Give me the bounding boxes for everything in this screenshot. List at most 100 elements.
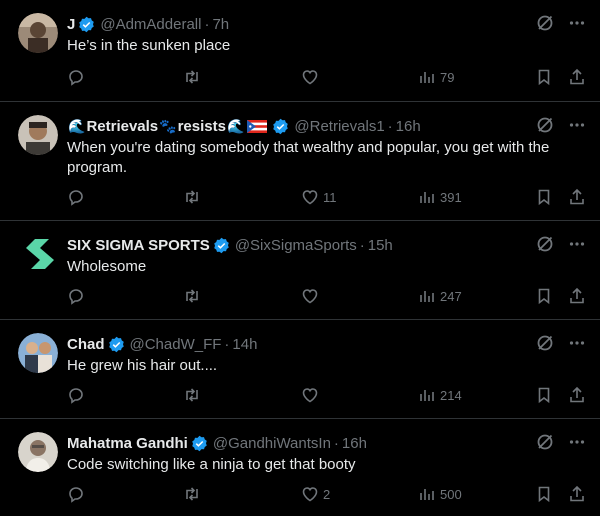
like-icon [302, 487, 318, 502]
share-button[interactable] [568, 68, 586, 86]
like-button[interactable] [301, 386, 323, 404]
user-handle[interactable]: @AdmAdderall [100, 16, 201, 33]
verified-badge-icon [108, 336, 124, 352]
reply-button[interactable] [67, 287, 89, 305]
more-icon[interactable] [568, 14, 586, 32]
like-button[interactable]: 11 [301, 188, 337, 206]
like-button[interactable]: 2 [301, 485, 330, 503]
avatar[interactable] [18, 432, 58, 472]
user-handle[interactable]: @GandhiWantsIn [213, 435, 331, 452]
more-icon[interactable] [568, 433, 586, 451]
display-name[interactable]: Chad [67, 336, 105, 353]
views-count: 391 [440, 189, 462, 205]
retweet-button[interactable] [183, 485, 205, 503]
bookmark-button[interactable] [535, 287, 553, 305]
avatar-image [18, 432, 58, 472]
tweet-top-icons [536, 433, 586, 451]
bookmark-button[interactable] [535, 68, 553, 86]
share-icon [570, 386, 584, 403]
share-icon [570, 188, 584, 205]
separator: · [387, 117, 393, 135]
retweet-icon [186, 487, 198, 501]
display-name-part[interactable]: resists [178, 118, 226, 135]
reply-button[interactable] [67, 68, 89, 86]
bookmark-button[interactable] [535, 485, 553, 503]
bookmark-icon [538, 288, 550, 305]
tweet[interactable]: J @AdmAdderall · 7h He’s in the sunken p… [0, 0, 600, 102]
user-handle[interactable]: @SixSigmaSports [235, 237, 357, 254]
views-count: 79 [440, 69, 455, 85]
grok-icon[interactable] [536, 116, 554, 134]
reply-button[interactable] [67, 386, 89, 404]
separator: · [333, 434, 339, 452]
avatar-image [18, 115, 58, 155]
views-icon [420, 72, 434, 83]
reply-icon [69, 289, 83, 305]
bookmark-icon [538, 189, 550, 206]
timestamp[interactable]: 7h [212, 16, 229, 33]
tweet-actions: 79 [67, 68, 586, 90]
bookmark-button[interactable] [535, 188, 553, 206]
views-button[interactable]: 79 [418, 68, 454, 86]
retweet-button[interactable] [183, 68, 205, 86]
more-icon[interactable] [568, 334, 586, 352]
share-button[interactable] [568, 287, 586, 305]
retweet-button[interactable] [183, 287, 205, 305]
user-handle[interactable]: @Retrievals1 [294, 118, 384, 135]
share-button[interactable] [568, 188, 586, 206]
timestamp[interactable]: 15h [368, 237, 393, 254]
share-icon [570, 68, 584, 85]
share-icon [570, 485, 584, 502]
tweet-actions: 214 [67, 386, 586, 408]
avatar[interactable] [18, 333, 58, 373]
tweet[interactable]: 🌊 Retrievals 🐾 resists 🌊 @Retrievals1 · … [0, 102, 600, 221]
tweet-actions: 2 500 [67, 485, 586, 507]
like-button[interactable] [301, 287, 323, 305]
timestamp[interactable]: 14h [232, 336, 257, 353]
separator: · [359, 236, 365, 254]
tweet-top-icons [536, 116, 586, 134]
reply-button[interactable] [67, 485, 89, 503]
views-button[interactable]: 500 [418, 485, 462, 503]
bookmark-icon [538, 69, 550, 86]
display-name[interactable]: SIX SIGMA SPORTS [67, 237, 210, 254]
tweet[interactable]: Chad @ChadW_FF · 14h He grew his hair ou… [0, 320, 600, 419]
timestamp[interactable]: 16h [396, 118, 421, 135]
like-button[interactable] [301, 68, 323, 86]
share-button[interactable] [568, 485, 586, 503]
bookmark-button[interactable] [535, 386, 553, 404]
views-button[interactable]: 391 [418, 188, 462, 206]
avatar[interactable] [18, 234, 58, 274]
display-name[interactable]: Retrievals [86, 118, 158, 135]
tweet-text: Code switching like a ninja to get that … [67, 456, 356, 473]
verified-badge-icon [192, 435, 207, 451]
tweet-text: He’s in the sunken place [67, 37, 231, 54]
tweet[interactable]: SIX SIGMA SPORTS @SixSigmaSports · 15h W… [0, 221, 600, 320]
like-count: 11 [323, 189, 337, 205]
bookmark-icon [538, 387, 550, 404]
puerto-rico-flag-icon [247, 119, 268, 133]
retweet-icon [186, 289, 198, 303]
views-count: 247 [440, 288, 462, 304]
reply-button[interactable] [67, 188, 89, 206]
grok-icon[interactable] [536, 433, 554, 451]
views-button[interactable]: 214 [418, 386, 462, 404]
tweet[interactable]: Mahatma Gandhi @GandhiWantsIn · 16h Code… [0, 419, 600, 516]
views-icon [420, 489, 434, 500]
avatar[interactable] [18, 13, 58, 53]
views-button[interactable]: 247 [418, 287, 462, 305]
avatar[interactable] [18, 115, 58, 155]
timestamp[interactable]: 16h [342, 435, 367, 452]
display-name[interactable]: Mahatma Gandhi [67, 435, 188, 452]
user-handle[interactable]: @ChadW_FF [130, 336, 222, 353]
retweet-button[interactable] [183, 188, 205, 206]
grok-icon[interactable] [536, 235, 554, 253]
more-icon[interactable] [568, 235, 586, 253]
grok-icon[interactable] [536, 334, 554, 352]
display-name[interactable]: J [67, 16, 75, 33]
retweet-button[interactable] [183, 386, 205, 404]
more-icon[interactable] [568, 116, 586, 134]
grok-icon[interactable] [536, 14, 554, 32]
share-icon [570, 287, 584, 304]
share-button[interactable] [568, 386, 586, 404]
